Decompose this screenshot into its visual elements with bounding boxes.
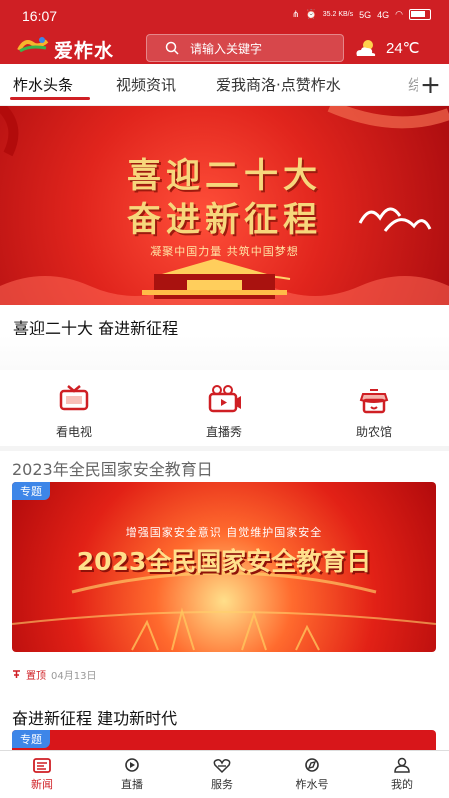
next-topic-tag: 专题 [12,730,50,748]
temperature: 24℃ [386,40,420,57]
service-icon [213,759,231,774]
network-type: 5G [359,9,372,20]
signal-label: 4G [377,9,390,20]
next-article-card[interactable]: 专题 [12,730,436,750]
nav-service-label: 服务 [211,778,233,791]
hero-title-line-1: 喜迎二十大 [127,156,322,196]
network-speed: 35.2 KB/s [322,10,354,18]
hero-title-line-2: 奋进新征程 [127,200,322,240]
app-header: 爱柞水 请输入关键字 24℃ [0,32,449,64]
section-title: 2023年全民国家安全教育日 [12,460,213,479]
quick-link-tv[interactable]: 看电视 [34,383,114,440]
quick-links: 看电视 直播秀 助农馆 [0,383,449,441]
wifi-icon: ◠ [395,9,403,19]
nav-service[interactable]: 服务 [197,757,247,792]
tab-video-news[interactable]: 视频资讯 [116,74,176,95]
quick-link-label-farm-store: 助农馆 [355,425,392,439]
next-article-title[interactable]: 奋进新征程 建功新时代 [12,705,177,729]
feature-title: 2023全民国家安全教育日 [76,547,372,576]
tv-icon [59,385,89,411]
shop-icon [359,389,389,414]
status-bar: 16:07 ⋔ ⏰ 35.2 KB/s 5G 4G ◠ [0,0,449,32]
tab-partial[interactable]: 综 [408,74,418,95]
alarm-icon: ⏰ [305,9,317,19]
nav-live[interactable]: 直播 [107,757,157,792]
quick-link-label-live-show: 直播秀 [205,425,242,439]
section-divider [0,446,449,451]
quick-link-label-tv: 看电视 [55,425,92,439]
status-time: 16:07 [22,8,58,24]
pinned-label: 置顶 [26,671,46,682]
feature-subtitle: 增强国家安全意识 自觉维护国家安全 [125,526,323,539]
news-icon [33,758,51,773]
nav-zhashui-account-label: 柞水号 [295,778,329,791]
bottom-navigation: 新闻 直播 服务 柞水号 我的 [0,750,449,798]
logo-mark-icon [17,37,49,53]
compass-icon [305,758,319,772]
nav-profile[interactable]: 我的 [377,757,427,792]
weather-widget[interactable]: 24℃ [352,36,448,60]
nav-news[interactable]: 新闻 [17,757,67,792]
add-channel-icon[interactable]: + [420,70,441,99]
camera-icon [208,385,241,413]
active-tab-indicator [10,97,90,100]
tab-like-zhashui[interactable]: 爱我商洛·点赞柞水 [216,74,341,95]
search-icon [165,41,179,55]
pin-icon [13,670,20,678]
publish-date: 04月13日 [51,671,97,682]
faded-content-strip [0,335,449,370]
feature-card[interactable]: 专题 增强国家安全意识 自觉维护国家安全 2023全民国家安全教育日 [12,482,436,652]
quick-link-live-show[interactable]: 直播秀 [184,383,264,440]
quick-link-farm-store[interactable]: 助农馆 [334,383,414,440]
partly-cloudy-icon [356,40,376,56]
search-input[interactable]: 请输入关键字 [146,34,344,62]
live-icon [125,758,139,772]
battery-icon [409,9,431,20]
tab-headlines[interactable]: 柞水头条 [13,74,73,95]
search-placeholder: 请输入关键字 [190,41,263,56]
app-name: 爱柞水 [54,40,115,62]
nav-zhashui-account[interactable]: 柞水号 [287,757,337,792]
status-icons: ⋔ ⏰ 35.2 KB/s 5G 4G ◠ [292,9,431,20]
profile-icon [394,757,410,773]
hero-banner[interactable]: 喜迎二十大 奋进新征程 凝聚中国力量 共筑中国梦想 [0,106,449,305]
nav-profile-label: 我的 [391,778,413,791]
article-meta: 置顶 04月13日 [12,667,96,682]
nav-news-label: 新闻 [31,778,53,791]
nav-live-label: 直播 [121,778,143,791]
tiananmen-gate-icon [142,259,287,299]
channel-tabs: 柞水头条 视频资讯 爱我商洛·点赞柞水 综 + [0,64,449,106]
vibrate-icon: ⋔ [291,9,300,19]
